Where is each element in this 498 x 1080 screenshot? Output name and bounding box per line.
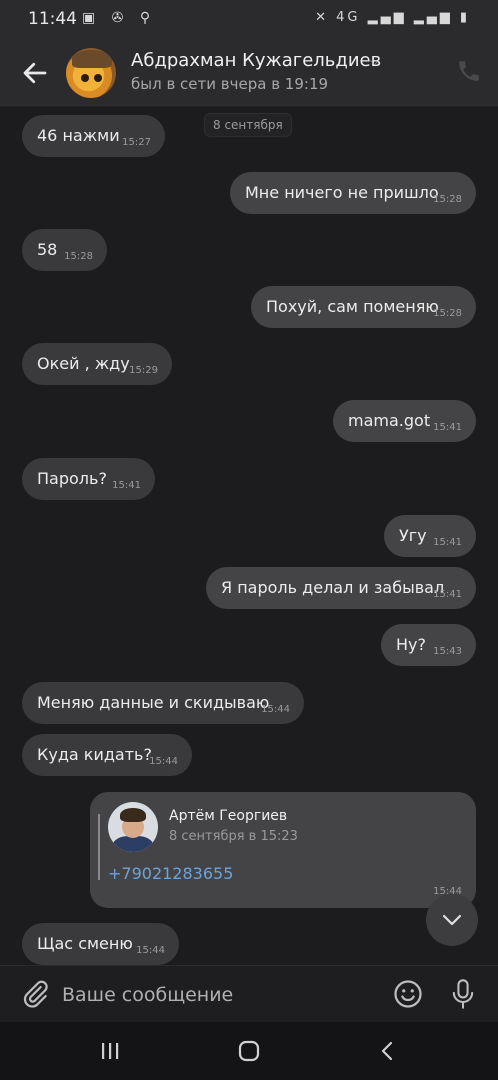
message-time: 15:43 — [433, 646, 462, 657]
message-bubble-outgoing[interactable]: Я пароль делал и забывал 15:41 — [206, 567, 476, 609]
system-navigation-bar — [0, 1022, 498, 1080]
message-text: Ну? — [396, 635, 426, 654]
status-time: 11:44 — [28, 9, 77, 29]
message-time: 15:41 — [112, 480, 141, 491]
message-time: 15:28 — [433, 194, 462, 205]
forwarded-date: 8 сентября в 15:23 — [169, 829, 298, 844]
recent-apps-icon[interactable] — [100, 1041, 120, 1061]
message-bubble-outgoing[interactable]: Угу 15:41 — [384, 515, 476, 557]
status-bar: 11:44 ▣ ✇ ⚲ ✕ 4G ▂▄▆ ▂▄▆ ▮ — [0, 0, 498, 38]
notification-icons: ▣ ✇ ⚲ — [82, 10, 157, 26]
forwarded-author-name[interactable]: Артём Георгиев — [169, 808, 287, 824]
message-bubble-incoming[interactable]: Меняю данные и скидываю 15:44 — [22, 682, 304, 724]
message-bubble-incoming[interactable]: Пароль? 15:41 — [22, 458, 155, 500]
contact-last-seen: был в сети вчера в 19:19 — [131, 75, 329, 93]
message-text: Окей , жду — [37, 354, 130, 373]
system-status-icons: ✕ 4G ▂▄▆ ▂▄▆ ▮ — [315, 10, 470, 25]
message-time: 15:41 — [433, 422, 462, 433]
message-bubble-outgoing[interactable]: Похуй, сам поменяю 15:28 — [251, 286, 476, 328]
chevron-down-icon[interactable]: ⌵ — [370, 54, 379, 69]
message-time: 15:44 — [261, 704, 290, 715]
chevron-down-icon — [442, 914, 462, 926]
scroll-to-bottom-button[interactable] — [426, 894, 478, 946]
message-list[interactable]: 8 сентября 46 нажми 15:27 Мне ничего не … — [0, 107, 498, 965]
message-time: 15:44 — [149, 756, 178, 767]
message-bubble-outgoing[interactable]: Мне ничего не пришло 15:28 — [230, 172, 476, 214]
forwarded-message-bubble[interactable]: Артём Георгиев 8 сентября в 15:23 +79021… — [90, 792, 476, 908]
message-text: Похуй, сам поменяю — [266, 297, 439, 316]
emoji-icon[interactable] — [393, 979, 423, 1009]
message-text: mama.got — [348, 411, 431, 430]
phone-number-link[interactable]: +79021283655 — [108, 864, 233, 883]
contact-avatar[interactable] — [66, 48, 116, 98]
message-time: 15:41 — [433, 537, 462, 548]
message-time: 15:28 — [64, 251, 93, 262]
message-text: Мне ничего не пришло — [245, 183, 439, 202]
message-bubble-incoming[interactable]: 46 нажми 15:27 — [22, 115, 165, 157]
message-time: 15:44 — [136, 945, 165, 956]
message-bubble-outgoing[interactable]: mama.got 15:41 — [333, 400, 476, 442]
microphone-icon[interactable] — [449, 978, 477, 1010]
message-bubble-outgoing[interactable]: Ну? 15:43 — [381, 624, 476, 666]
message-time: 15:41 — [433, 589, 462, 600]
message-bubble-incoming[interactable]: Окей , жду 15:29 — [22, 343, 172, 385]
phone-call-icon[interactable] — [456, 58, 482, 84]
date-separator: 8 сентября — [204, 113, 292, 137]
message-text: Щас сменю — [37, 934, 133, 953]
message-time: 15:27 — [122, 137, 151, 148]
message-text: Пароль? — [37, 469, 107, 488]
message-bubble-incoming[interactable]: 58 15:28 — [22, 229, 107, 271]
message-text: 58 — [37, 240, 58, 259]
message-time: 15:28 — [433, 308, 462, 319]
message-time: 15:29 — [129, 365, 158, 376]
message-bubble-incoming[interactable]: Щас сменю 15:44 — [22, 923, 179, 965]
back-arrow-icon[interactable] — [20, 58, 50, 88]
contact-name[interactable]: Абдрахман Кужагельдиев — [131, 50, 381, 71]
message-text: 46 нажми — [37, 126, 120, 145]
message-text: Угу — [399, 526, 427, 545]
message-text: Я пароль делал и забывал — [221, 578, 445, 597]
forwarded-author-avatar[interactable] — [108, 802, 158, 852]
message-bubble-incoming[interactable]: Куда кидать? 15:44 — [22, 734, 192, 776]
forward-quote-bar — [98, 814, 100, 880]
back-icon[interactable] — [378, 1040, 398, 1062]
attachment-icon[interactable] — [20, 979, 50, 1009]
message-input[interactable] — [60, 974, 384, 1016]
chat-header: Абдрахман Кужагельдиев ⌵ был в сети вчер… — [0, 38, 498, 107]
message-composer — [0, 965, 498, 1023]
home-icon[interactable] — [238, 1040, 260, 1062]
message-text: Куда кидать? — [37, 745, 152, 764]
message-text: Меняю данные и скидываю — [37, 693, 270, 712]
